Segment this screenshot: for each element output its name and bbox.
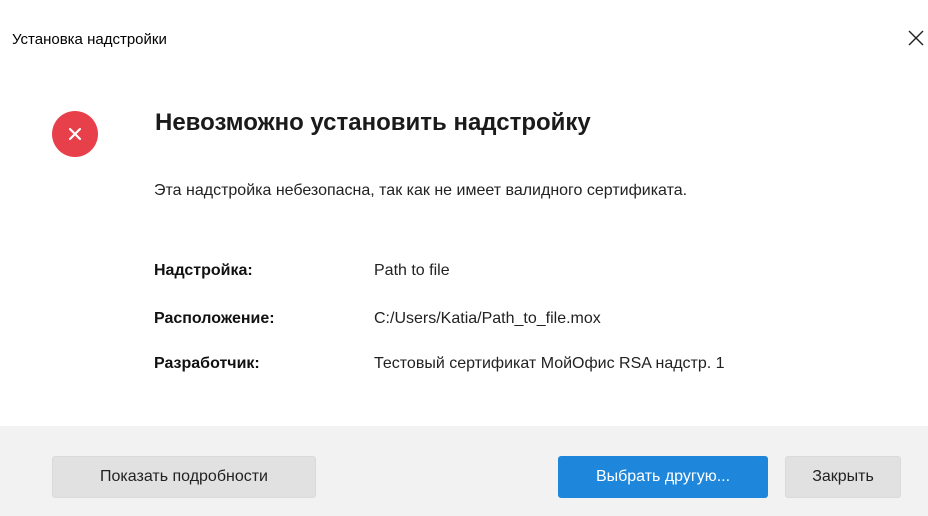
close-icon[interactable]: [904, 26, 928, 50]
info-value-addon: Path to file: [374, 262, 450, 279]
show-details-button[interactable]: Показать подробности: [52, 456, 316, 498]
dialog-footer: Показать подробности Выбрать другую... З…: [0, 426, 928, 516]
dialog-heading: Невозможно установить надстройку: [155, 109, 591, 136]
info-label-addon: Надстройка:: [154, 262, 253, 279]
error-x-icon: [52, 111, 98, 157]
info-value-developer: Тестовый сертификат МойОфис RSA надстр. …: [374, 355, 725, 372]
window-title: Установка надстройки: [12, 31, 167, 48]
title-bar: Установка надстройки: [0, 0, 928, 82]
info-label-location: Расположение:: [154, 310, 275, 327]
info-label-developer: Разработчик:: [154, 355, 260, 372]
info-value-location: C:/Users/Katia/Path_to_file.mox: [374, 310, 601, 327]
dialog-window: Установка надстройки Невозможно установи…: [0, 0, 928, 516]
choose-other-button[interactable]: Выбрать другую...: [558, 456, 768, 498]
dialog-message: Эта надстройка небезопасна, так как не и…: [154, 182, 688, 199]
close-button[interactable]: Закрыть: [785, 456, 901, 498]
